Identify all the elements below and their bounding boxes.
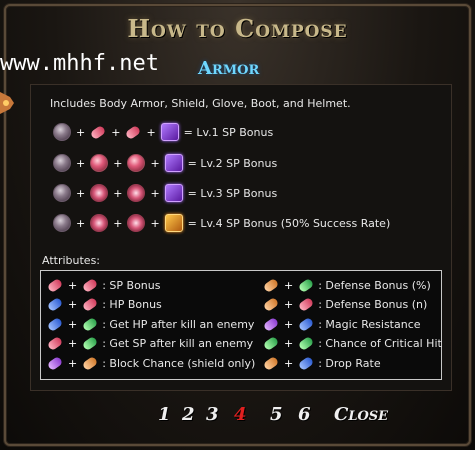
recipe-result: = Lv.4 SP Bonus (50% Success Rate) xyxy=(187,216,391,230)
orange-pill-icon xyxy=(81,355,99,371)
round-red-gem-icon xyxy=(90,154,109,172)
recipe-row-3: + + + = Lv.3 SP Bonus xyxy=(52,184,277,202)
purple-pill-icon xyxy=(46,355,64,371)
blue-pill-icon xyxy=(46,296,64,312)
green-pill-icon xyxy=(262,335,280,351)
attribute-row: + : Magic Resistance xyxy=(262,315,421,333)
blue-pill-icon xyxy=(297,316,315,332)
orange-pill-icon xyxy=(262,296,280,312)
round-gem-icon xyxy=(53,184,71,202)
attribute-row: + : Chance of Critical Hit xyxy=(262,334,442,352)
attribute-row: + : HP Bonus xyxy=(46,295,162,313)
round-gem-icon xyxy=(53,214,71,232)
intro-text: Includes Body Armor, Shield, Glove, Boot… xyxy=(50,97,351,110)
attribute-label: : HP Bonus xyxy=(102,297,162,311)
recipe-row-1: + + + = Lv.1 SP Bonus xyxy=(52,123,273,141)
page-3-button[interactable]: 3 xyxy=(206,404,219,425)
attribute-label: : Magic Resistance xyxy=(318,317,421,331)
flake-gem-icon xyxy=(127,184,146,202)
attribute-label: : Chance of Critical Hit xyxy=(318,336,442,350)
attributes-heading: Attributes: xyxy=(42,254,101,267)
blue-pill-icon xyxy=(297,355,315,371)
red-pill-icon xyxy=(81,277,99,293)
close-button[interactable]: Close xyxy=(334,404,388,425)
recipe-result: = Lv.1 SP Bonus xyxy=(183,125,274,139)
window-title: How to Compose xyxy=(127,14,348,43)
attribute-label: : Defense Bonus (n) xyxy=(318,297,428,311)
attribute-row: + : SP Bonus xyxy=(46,276,160,294)
page-2-button[interactable]: 2 xyxy=(182,404,195,425)
orange-pill-icon xyxy=(262,355,280,371)
recipe-result: = Lv.2 SP Bonus xyxy=(187,156,278,170)
red-pill-icon xyxy=(81,296,99,312)
recipe-result: = Lv.3 SP Bonus xyxy=(187,186,278,200)
page-6-button[interactable]: 6 xyxy=(298,404,311,425)
attribute-label: : SP Bonus xyxy=(102,278,161,292)
attribute-label: : Defense Bonus (%) xyxy=(318,278,431,292)
purple-crystal-icon xyxy=(160,123,179,141)
green-pill-icon xyxy=(81,335,99,351)
purple-pill-icon xyxy=(262,316,280,332)
red-pill-icon xyxy=(125,124,142,140)
round-gem-icon xyxy=(53,154,71,172)
orange-pill-icon xyxy=(262,277,280,293)
green-pill-icon xyxy=(81,316,99,332)
red-pill-icon xyxy=(89,124,107,140)
red-pill-icon xyxy=(46,277,64,293)
attribute-row: + : Drop Rate xyxy=(262,354,381,372)
attribute-row: + : Get HP after kill an enemy xyxy=(46,315,254,333)
flake-gem-icon xyxy=(90,184,109,202)
purple-crystal-icon xyxy=(164,184,183,202)
red-pill-icon xyxy=(297,296,315,312)
flake-gem-icon xyxy=(127,214,146,232)
blue-pill-icon xyxy=(46,316,64,332)
red-pill-icon xyxy=(46,335,64,351)
attribute-label: : Get SP after kill an enemy xyxy=(102,336,254,350)
attribute-row: + : Defense Bonus (n) xyxy=(262,295,427,313)
attribute-label: : Drop Rate xyxy=(318,356,381,370)
page-1-button[interactable]: 1 xyxy=(158,404,171,425)
attribute-row: + : Block Chance (shield only) xyxy=(46,354,255,372)
recipe-row-2: + + + = Lv.2 SP Bonus xyxy=(52,154,277,172)
green-pill-icon xyxy=(297,277,315,293)
round-red-gem-icon xyxy=(127,154,146,172)
recipe-row-4: + + + = Lv.4 SP Bonus (50% Success Rate) xyxy=(52,214,390,232)
flake-gem-icon xyxy=(90,214,109,232)
attribute-row: + : Get SP after kill an enemy xyxy=(46,334,253,352)
purple-crystal-icon xyxy=(164,154,183,172)
page-4-button[interactable]: 4 xyxy=(234,404,247,425)
ornament-icon xyxy=(0,92,14,114)
watermark-text: www.mhhf.net xyxy=(0,51,159,76)
round-gem-icon xyxy=(53,123,71,141)
attribute-label: : Block Chance (shield only) xyxy=(102,356,256,370)
attribute-label: : Get HP after kill an enemy xyxy=(102,317,255,331)
section-subtitle: Armor xyxy=(198,58,260,79)
green-pill-icon xyxy=(297,335,315,351)
attribute-row: + : Defense Bonus (%) xyxy=(262,276,431,294)
page-5-button[interactable]: 5 xyxy=(270,404,283,425)
orange-crystal-icon xyxy=(164,214,183,232)
